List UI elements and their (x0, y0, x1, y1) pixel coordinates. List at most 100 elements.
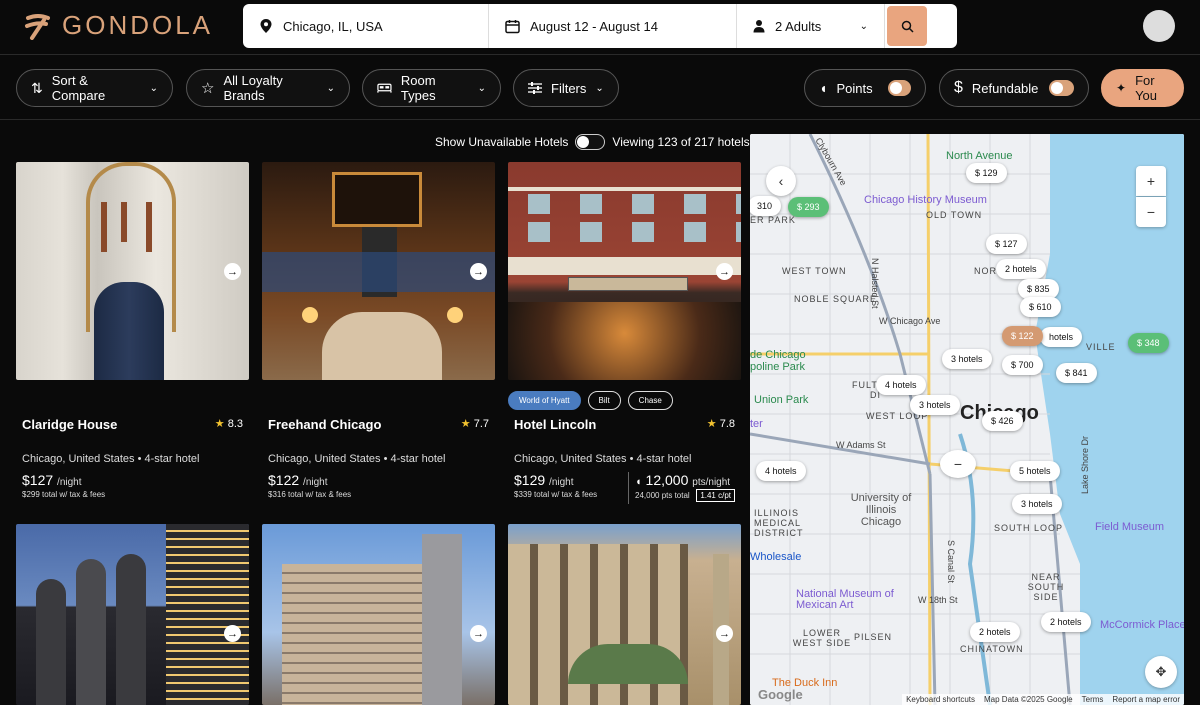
points-label: Points (836, 80, 873, 96)
map-price-pin[interactable]: $ 426 (982, 411, 1023, 431)
hotel-photo[interactable]: → (16, 524, 249, 705)
map-label[interactable]: Field Museum (1095, 521, 1164, 533)
map-hotels-pin[interactable]: 4 hotels (756, 461, 806, 481)
hotel-card[interactable]: → Freehand Chicago ★ 7.7 Chicago, United… (262, 162, 495, 499)
map-price-pin[interactable]: $ 293 (788, 197, 829, 217)
next-photo-button[interactable]: → (716, 625, 733, 642)
zoom-in-button[interactable]: + (1136, 166, 1166, 196)
next-photo-button[interactable]: → (224, 263, 241, 280)
keyboard-shortcuts-link[interactable]: Keyboard shortcuts (906, 695, 975, 704)
room-types-button[interactable]: Room Types ⌄ (362, 69, 501, 107)
map-price-pin[interactable]: $ 841 (1056, 363, 1097, 383)
map-hotels-pin[interactable]: 3 hotels (942, 349, 992, 369)
map-label: PILSEN (854, 632, 893, 642)
hotel-photo[interactable]: → (508, 524, 741, 705)
loyalty-brands-button[interactable]: ☆ All Loyalty Brands ⌄ (186, 69, 350, 107)
hotel-rating: ★ 7.7 (461, 417, 489, 430)
refundable-label: Refundable (971, 80, 1039, 96)
map-label[interactable]: National Museum of Mexican Art (796, 589, 896, 611)
next-photo-button[interactable]: → (224, 625, 241, 642)
search-icon (901, 20, 914, 33)
badge-chase[interactable]: Chase (627, 391, 673, 410)
map-price-pin-selected[interactable]: $ 122 (1002, 326, 1043, 346)
for-you-button[interactable]: ✦ For You (1101, 69, 1184, 107)
map-data-attribution: Map Data ©2025 Google (984, 695, 1073, 704)
hotel-card[interactable]: → (16, 524, 249, 705)
map-price-pin[interactable]: $ 127 (986, 234, 1027, 254)
map-hotels-pin[interactable]: 2 hotels (1041, 612, 1091, 632)
terms-link[interactable]: Terms (1082, 695, 1104, 704)
guests-field[interactable]: 2 Adults ⌄ (737, 4, 885, 48)
map-hotels-pin[interactable]: 3 hotels (1012, 494, 1062, 514)
date-value: August 12 - August 14 (530, 18, 658, 34)
next-photo-button[interactable]: → (716, 263, 733, 280)
avatar[interactable] (1143, 10, 1175, 42)
badge-world-of-hyatt[interactable]: World of Hyatt (508, 391, 581, 410)
next-photo-button[interactable]: → (470, 625, 487, 642)
hotel-name[interactable]: Hotel Lincoln (514, 417, 596, 432)
results-count: Viewing 123 of 217 hotels (612, 135, 750, 149)
sort-compare-button[interactable]: ⇅ Sort & Compare ⌄ (16, 69, 173, 107)
cluster-collapse-button[interactable]: − (940, 450, 976, 478)
map-price-pin[interactable]: 310 (750, 196, 782, 216)
location-field[interactable]: Chicago, IL, USA (243, 4, 489, 48)
hotel-name[interactable]: Freehand Chicago (268, 417, 381, 432)
map-footer: Keyboard shortcuts Map Data ©2025 Google… (902, 694, 1184, 705)
map-label[interactable]: Chicago History Museum (864, 194, 987, 206)
refundable-toggle[interactable]: $ Refundable (939, 69, 1089, 107)
hotel-photo[interactable]: → (508, 162, 741, 380)
guests-value: 2 Adults (775, 18, 822, 34)
map-label[interactable]: McCormick Place (1100, 619, 1184, 631)
hotel-photo[interactable]: → (16, 162, 249, 380)
map-label: W Chicago Ave (879, 316, 941, 326)
badge-bilt[interactable]: Bilt (587, 391, 621, 410)
price-unit: /night (57, 477, 82, 488)
refundable-switch[interactable] (1049, 80, 1074, 96)
report-error-link[interactable]: Report a map error (1112, 695, 1180, 704)
points-switch[interactable] (887, 80, 911, 96)
map-label: poline Park (750, 361, 806, 373)
map-hotels-pin[interactable]: 3 hotels (910, 395, 960, 415)
map-price-pin[interactable]: $ 129 (966, 163, 1007, 183)
map-label: OLD TOWN (926, 210, 983, 220)
map-hotels-pin[interactable]: 5 hotels (1010, 461, 1060, 481)
filters-button[interactable]: Filters ⌄ (513, 69, 619, 107)
points-icon: ◖ (635, 476, 642, 488)
search-button[interactable] (887, 6, 927, 46)
search-bar: Chicago, IL, USA August 12 - August 14 2… (243, 4, 957, 48)
map-price-pin[interactable]: $ 610 (1020, 297, 1061, 317)
logo[interactable]: GONDOLA (24, 10, 213, 41)
star-icon: ★ (706, 418, 717, 430)
map-hotels-pin[interactable]: 4 hotels (876, 375, 926, 395)
date-field[interactable]: August 12 - August 14 (489, 4, 737, 48)
show-unavailable-switch[interactable] (575, 134, 606, 150)
map-price-pin[interactable]: $ 700 (1002, 355, 1043, 375)
chevron-down-icon: ⌄ (149, 82, 158, 94)
map[interactable]: North Avenue Chicago History Museum OLD … (750, 134, 1184, 705)
price-value: $129 (514, 472, 546, 488)
map-label: NEAR SOUTH SIDE (1027, 572, 1065, 602)
map-price-pin[interactable]: $ 348 (1128, 333, 1169, 353)
minus-icon: − (953, 456, 963, 472)
zoom-out-button[interactable]: − (1136, 197, 1166, 227)
hotel-card[interactable]: → (508, 524, 741, 705)
hotel-price: $127 /night (22, 472, 82, 488)
hotel-card[interactable]: → World of Hyatt Bilt Chase Hotel Lincol… (508, 162, 741, 504)
map-price-pin[interactable]: $ 835 (1018, 279, 1059, 299)
map-label: de Chicago (750, 349, 806, 361)
map-hotels-pin[interactable]: 2 hotels (970, 622, 1020, 642)
price-unit: /night (549, 477, 574, 488)
next-photo-button[interactable]: → (470, 263, 487, 280)
hotel-name[interactable]: Claridge House (22, 417, 117, 432)
top-bar: GONDOLA Chicago, IL, USA August 12 - Aug… (0, 0, 1200, 55)
points-toggle[interactable]: ◖ Points (804, 69, 926, 107)
hotel-photo[interactable]: → (262, 162, 495, 380)
map-hotels-pin[interactable]: 2 hotels (996, 259, 1046, 279)
hotel-photo[interactable]: → (262, 524, 495, 705)
hotel-card[interactable]: → Claridge House ★ 8.3 Chicago, United S… (16, 162, 249, 499)
hotel-card[interactable]: → (262, 524, 495, 705)
map-hotels-pin[interactable]: hotels (1040, 327, 1083, 347)
recenter-button[interactable]: ✥ (1145, 656, 1177, 688)
collapse-map-button[interactable]: ‹ (766, 166, 796, 196)
points-icon: ◖ (819, 80, 828, 96)
